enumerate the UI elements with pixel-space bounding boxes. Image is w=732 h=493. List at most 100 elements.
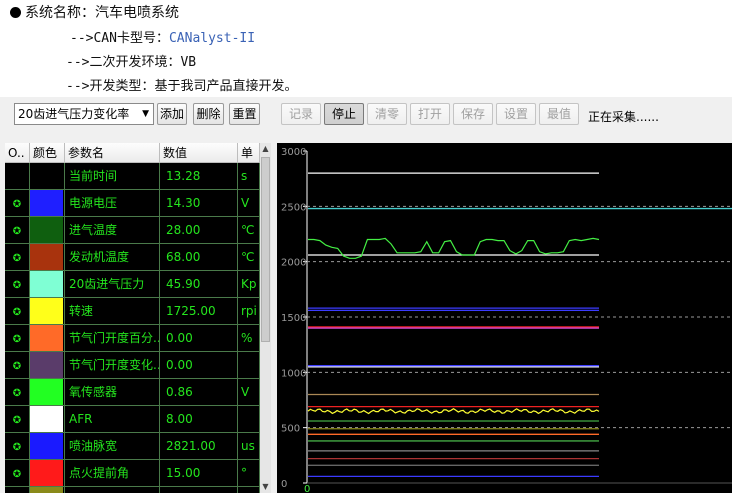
color-swatch[interactable] (30, 163, 63, 189)
row-color[interactable] (30, 298, 65, 325)
col-header-option[interactable]: O.. (5, 143, 30, 163)
row-color[interactable] (30, 244, 65, 271)
stop-button[interactable]: 停止 (324, 103, 364, 125)
row-param-name: 20齿进气压力 (65, 271, 160, 298)
row-option[interactable]: ✪ (5, 298, 30, 325)
row-option[interactable]: ✪ (5, 352, 30, 379)
row-option[interactable] (5, 163, 30, 190)
clear-button[interactable]: 清零 (367, 103, 407, 125)
dropdown-arrow-icon: ▼ (142, 109, 149, 119)
save-button[interactable]: 保存 (453, 103, 493, 125)
y-tick-label: 3000 (281, 147, 306, 158)
row-option[interactable]: ✪ (5, 460, 30, 487)
add-button[interactable]: 添加 (157, 103, 187, 125)
row-color[interactable] (30, 487, 65, 493)
row-option[interactable]: ✪ (5, 406, 30, 433)
col-header-unit[interactable]: 单 (238, 143, 260, 163)
color-swatch[interactable] (30, 217, 63, 243)
y-tick-label: 2500 (281, 202, 306, 213)
table-row[interactable]: ✪ 点火提前角 15.00 ° (5, 460, 260, 487)
gear-icon[interactable]: ✪ (13, 388, 21, 399)
gear-icon[interactable]: ✪ (13, 199, 21, 210)
gear-icon[interactable]: ✪ (13, 334, 21, 345)
table-row[interactable]: 当前时间 13.28 s (5, 163, 260, 190)
color-swatch[interactable] (30, 325, 63, 351)
color-swatch[interactable] (30, 352, 63, 378)
row-param-name: 氧传感器 (65, 379, 160, 406)
row-color[interactable] (30, 271, 65, 298)
row-color[interactable] (30, 379, 65, 406)
row-param-name: 步进电机当前位... (65, 487, 160, 493)
row-param-name: 点火提前角 (65, 460, 160, 487)
settings-button[interactable]: 设置 (496, 103, 536, 125)
table-row[interactable]: ✪ 转速 1725.00 rpi (5, 298, 260, 325)
row-option[interactable]: ✪ (5, 217, 30, 244)
scroll-thumb[interactable] (261, 157, 270, 342)
table-row[interactable]: ✪ 步进电机当前位...53.00步 (5, 487, 260, 493)
table-row[interactable]: ✪ 20齿进气压力 45.90 Kp (5, 271, 260, 298)
row-color[interactable] (30, 460, 65, 487)
row-option[interactable]: ✪ (5, 325, 30, 352)
col-header-color[interactable]: 颜色 (30, 143, 65, 163)
row-color[interactable] (30, 163, 65, 190)
table-row[interactable]: ✪ 电源电压 14.30 V (5, 190, 260, 217)
table-row[interactable]: ✪ 发动机温度 68.00 ℃ (5, 244, 260, 271)
record-button[interactable]: 记录 (281, 103, 321, 125)
color-swatch[interactable] (30, 460, 63, 486)
table-row[interactable]: ✪ AFR 8.00 (5, 406, 260, 433)
gear-icon[interactable]: ✪ (13, 226, 21, 237)
color-swatch[interactable] (30, 244, 63, 270)
col-header-value[interactable]: 数值 (160, 143, 238, 163)
table-row[interactable]: ✪ 氧传感器 0.86 V (5, 379, 260, 406)
gear-icon[interactable]: ✪ (13, 280, 21, 291)
col-header-name[interactable]: 参数名 (65, 143, 160, 163)
row-option[interactable]: ✪ (5, 271, 30, 298)
row-color[interactable] (30, 217, 65, 244)
row-option[interactable]: ✪ (5, 244, 30, 271)
row-option[interactable]: ✪ (5, 487, 30, 493)
table-header: O.. 颜色 参数名 数值 单 (5, 143, 260, 163)
open-button[interactable]: 打开 (410, 103, 450, 125)
scroll-up-icon[interactable]: ▲ (260, 143, 271, 155)
row-unit: V (238, 190, 260, 217)
row-color[interactable] (30, 433, 65, 460)
row-value: 53.00 (160, 487, 238, 493)
color-swatch[interactable] (30, 406, 63, 432)
gear-icon[interactable]: ✪ (13, 361, 21, 372)
scroll-down-icon[interactable]: ▼ (260, 481, 271, 493)
reset-button[interactable]: 重置 (229, 103, 260, 125)
row-color[interactable] (30, 352, 65, 379)
table-row[interactable]: ✪ 节气门开度变化... 0.00 (5, 352, 260, 379)
row-unit: V (238, 379, 260, 406)
gear-icon[interactable]: ✪ (13, 442, 21, 453)
table-row[interactable]: ✪ 节气门开度百分... 0.00% (5, 325, 260, 352)
param-select[interactable]: 20齿进气压力变化率 ▼ (14, 103, 154, 125)
row-value: 0.00 (160, 352, 238, 379)
table-scrollbar[interactable]: ▲ ▼ (260, 143, 271, 493)
row-color[interactable] (30, 190, 65, 217)
row-param-name: 当前时间 (65, 163, 160, 190)
color-swatch[interactable] (30, 298, 63, 324)
color-swatch[interactable] (30, 379, 63, 405)
delete-button[interactable]: 删除 (193, 103, 224, 125)
color-swatch[interactable] (30, 190, 63, 216)
row-option[interactable]: ✪ (5, 379, 30, 406)
row-value: 0.86 (160, 379, 238, 406)
table-row[interactable]: ✪ 喷油脉宽 2821.00 us (5, 433, 260, 460)
gear-icon[interactable]: ✪ (13, 415, 21, 426)
color-swatch[interactable] (30, 433, 63, 459)
color-swatch[interactable] (30, 271, 63, 297)
row-option[interactable]: ✪ (5, 190, 30, 217)
color-swatch[interactable] (30, 487, 63, 493)
row-unit (238, 352, 260, 379)
status-text: 正在采集...... (588, 110, 659, 124)
row-color[interactable] (30, 325, 65, 352)
gear-icon[interactable]: ✪ (13, 469, 21, 480)
extreme-button[interactable]: 最值 (539, 103, 579, 125)
table-row[interactable]: ✪ 进气温度 28.00 ℃ (5, 217, 260, 244)
trace-layer (307, 237, 600, 415)
gear-icon[interactable]: ✪ (13, 307, 21, 318)
row-option[interactable]: ✪ (5, 433, 30, 460)
gear-icon[interactable]: ✪ (13, 253, 21, 264)
row-color[interactable] (30, 406, 65, 433)
